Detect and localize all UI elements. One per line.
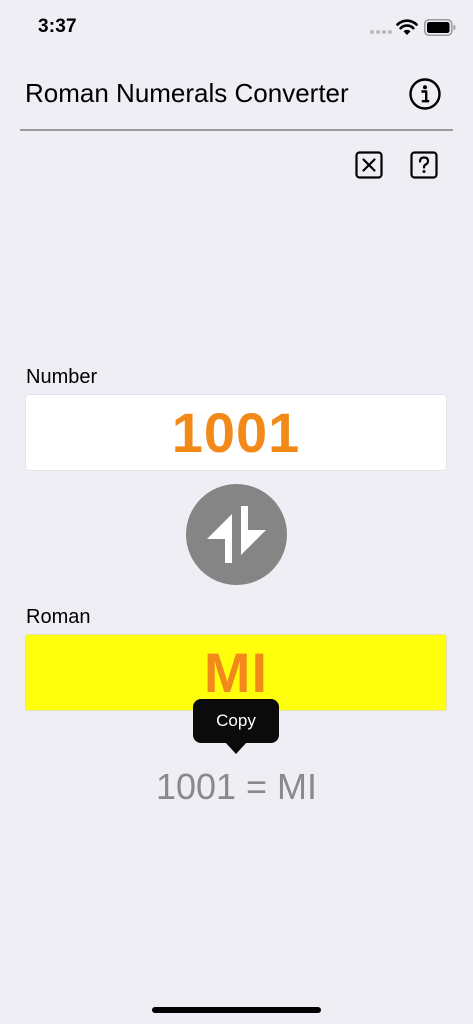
status-time: 3:37 xyxy=(38,16,77,37)
roman-label: Roman xyxy=(26,606,91,628)
help-question-icon[interactable] xyxy=(410,151,438,179)
battery-icon xyxy=(424,19,456,36)
home-indicator[interactable] xyxy=(152,1007,321,1013)
header-divider xyxy=(20,129,453,131)
number-label: Number xyxy=(26,366,98,388)
number-value: 1001 xyxy=(171,401,301,464)
cellular-signal-icon xyxy=(370,30,392,34)
roman-value: MI xyxy=(203,641,269,704)
copy-menu-arrow xyxy=(225,742,247,754)
wifi-icon xyxy=(396,19,418,35)
copy-menu-button[interactable]: Copy xyxy=(193,699,279,743)
clear-x-icon[interactable] xyxy=(355,151,383,179)
app-title: Roman Numerals Converter xyxy=(25,78,349,108)
swap-button[interactable] xyxy=(186,484,287,585)
number-input[interactable]: 1001 xyxy=(25,394,447,471)
swap-arrows-icon xyxy=(207,506,266,563)
conversion-result: 1001 = MI xyxy=(155,766,318,807)
info-icon[interactable] xyxy=(408,77,442,111)
